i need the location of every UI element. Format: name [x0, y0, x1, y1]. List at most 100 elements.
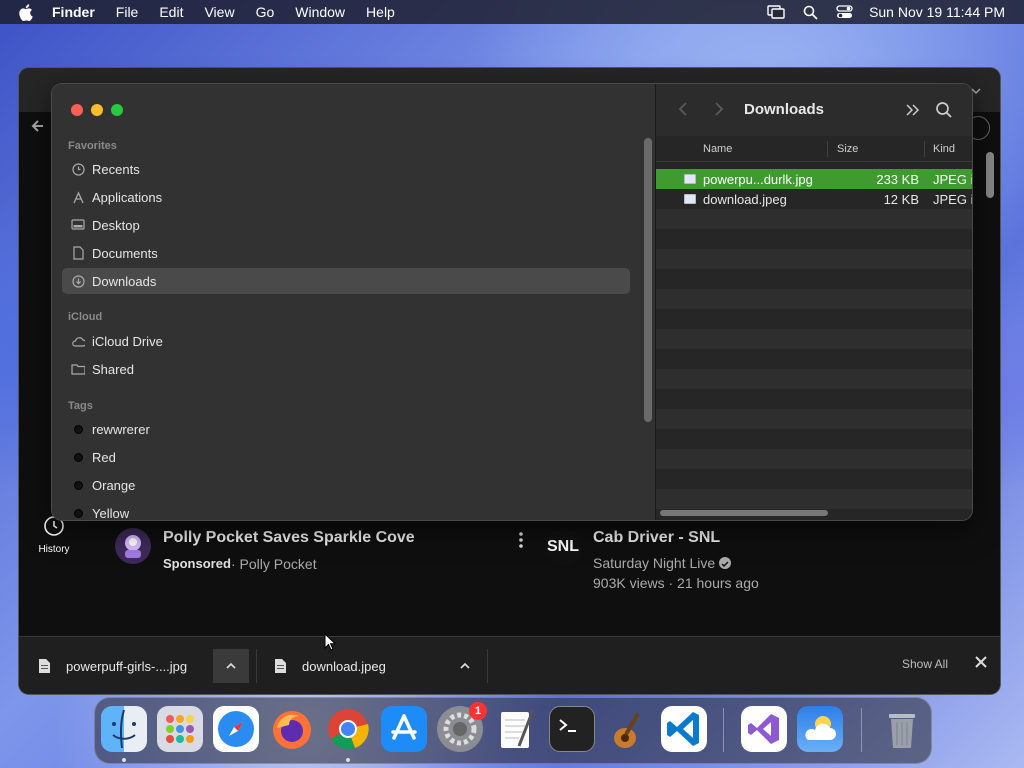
screen-mirroring-icon[interactable]	[767, 3, 785, 21]
apple-logo-icon[interactable]	[18, 3, 36, 21]
sidebar-tag-rewwrerer[interactable]: rewwrerer	[62, 416, 630, 442]
weather-dock-icon[interactable]	[797, 706, 843, 752]
browser-scrollbar[interactable]	[986, 152, 994, 198]
clock-icon	[71, 162, 85, 176]
sidebar-label-recents: Recents	[92, 161, 140, 177]
menu-window[interactable]: Window	[295, 4, 345, 20]
download-options-chevron-up-icon[interactable]	[447, 649, 483, 683]
empty-row	[656, 409, 972, 429]
safari-dock-icon[interactable]	[213, 706, 259, 752]
vscode-dock-icon[interactable]	[661, 706, 707, 752]
back-arrow-icon[interactable]	[29, 116, 53, 140]
column-header-name[interactable]: Name	[703, 143, 732, 155]
video-channel-polly-pocket[interactable]: · Polly Pocket	[231, 556, 317, 572]
file-row-powerpuff[interactable]: powerpu...durlk.jpg 233 KB JPEG i	[656, 169, 972, 189]
download-item-download-jpeg[interactable]: download.jpeg	[275, 651, 386, 681]
sidebar-item-shared[interactable]: Shared	[62, 356, 630, 382]
firefox-dock-icon[interactable]	[269, 706, 315, 752]
back-chevron-icon[interactable]	[678, 102, 690, 116]
download-options-chevron-up-icon[interactable]	[213, 649, 249, 683]
control-center-icon[interactable]	[835, 3, 853, 21]
search-icon[interactable]	[935, 101, 953, 119]
file-size: 12 KB	[883, 192, 919, 207]
tag-dot-icon	[71, 450, 85, 464]
trash-dock-icon[interactable]	[879, 706, 925, 752]
video-title-polly-pocket[interactable]: Polly Pocket Saves Sparkle Cove	[163, 529, 415, 547]
empty-row	[656, 309, 972, 329]
sidebar-item-desktop[interactable]: Desktop	[62, 212, 630, 238]
horizontal-scrollbar[interactable]	[660, 510, 828, 516]
download-divider	[487, 649, 488, 683]
empty-row	[656, 429, 972, 449]
terminal-dock-icon[interactable]	[549, 706, 595, 752]
sidebar-label-tag-orange: Orange	[92, 477, 136, 493]
file-row-download-jpeg[interactable]: download.jpeg 12 KB JPEG i	[656, 189, 972, 209]
column-separator[interactable]	[924, 141, 925, 157]
chrome-dock-icon[interactable]	[325, 706, 371, 752]
snl-avatar[interactable]: SNL	[544, 528, 582, 566]
video-stats-snl: 903K views · 21 hours ago	[593, 575, 759, 591]
apps-icon	[71, 190, 85, 204]
close-downloads-bar-icon[interactable]	[974, 655, 988, 669]
empty-row	[656, 489, 972, 509]
running-indicator	[346, 758, 350, 762]
empty-row	[656, 269, 972, 289]
column-separator[interactable]	[827, 141, 828, 157]
sidebar-tag-yellow[interactable]: Yellow	[62, 500, 630, 520]
verified-badge-icon	[719, 557, 731, 569]
zoom-window-button[interactable]	[111, 104, 123, 116]
running-indicator	[122, 758, 126, 762]
download-name-download-jpeg: download.jpeg	[302, 658, 386, 674]
menu-app-name[interactable]: Finder	[52, 4, 95, 20]
more-toolbar-items-icon[interactable]	[905, 103, 921, 117]
menu-go[interactable]: Go	[256, 4, 275, 20]
minimize-window-button[interactable]	[91, 104, 103, 116]
spotlight-search-icon[interactable]	[801, 3, 819, 21]
sidebar-scrollbar[interactable]	[644, 138, 652, 422]
download-icon	[71, 274, 85, 288]
empty-row	[656, 249, 972, 269]
dock-separator	[723, 708, 724, 752]
video-channel-snl[interactable]: Saturday Night Live	[593, 555, 715, 571]
column-header-size[interactable]: Size	[837, 143, 858, 155]
document-icon	[71, 246, 85, 260]
sidebar-item-documents[interactable]: Documents	[62, 240, 630, 266]
tag-dot-icon	[71, 422, 85, 436]
download-divider	[256, 649, 257, 683]
sidebar-item-icloud-drive[interactable]: iCloud Drive	[62, 328, 630, 354]
sidebar-item-applications[interactable]: Applications	[62, 184, 630, 210]
app-store-dock-icon[interactable]	[381, 706, 427, 752]
video-title-cab-driver[interactable]: Cab Driver - SNL	[593, 529, 720, 547]
sidebar-tag-red[interactable]: Red	[62, 444, 630, 470]
polly-pocket-avatar[interactable]	[115, 528, 151, 564]
file-size: 233 KB	[876, 172, 919, 187]
file-list-pane: Downloads Name Size Kind powerpu...durlk…	[656, 84, 972, 520]
sidebar-item-downloads[interactable]: Downloads	[62, 268, 630, 294]
finder-dock-icon[interactable]	[101, 706, 147, 752]
sidebar-label-documents: Documents	[92, 245, 158, 261]
sidebar-item-recents[interactable]: Recents	[62, 156, 630, 182]
launchpad-dock-icon[interactable]	[157, 706, 203, 752]
sidebar-tag-orange[interactable]: Orange	[62, 472, 630, 498]
empty-row	[656, 449, 972, 469]
download-name-powerpuff: powerpuff-girls-....jpg	[66, 658, 188, 674]
visual-studio-dock-icon[interactable]	[741, 706, 787, 752]
downloads-bar: powerpuff-girls-....jpg download.jpeg Sh…	[19, 636, 1000, 694]
video-menu-icon[interactable]	[517, 530, 525, 550]
menu-edit[interactable]: Edit	[159, 4, 183, 20]
sidebar-item-history[interactable]: History	[19, 514, 89, 555]
tag-dot-icon	[71, 478, 85, 492]
menu-clock[interactable]: Sun Nov 19 11:44 PM	[869, 4, 1005, 20]
garageband-dock-icon[interactable]	[605, 706, 651, 752]
menu-view[interactable]: View	[204, 4, 234, 20]
close-window-button[interactable]	[71, 104, 83, 116]
menu-help[interactable]: Help	[366, 4, 395, 20]
finder-window: Favorites Recents Applications Desktop D…	[52, 84, 972, 520]
column-header-kind[interactable]: Kind	[933, 143, 955, 155]
download-item-powerpuff[interactable]: powerpuff-girls-....jpg	[39, 651, 187, 681]
menu-file[interactable]: File	[116, 4, 139, 20]
forward-chevron-icon[interactable]	[714, 102, 726, 116]
show-all-downloads-button[interactable]: Show All	[902, 657, 948, 671]
file-kind: JPEG i	[933, 172, 972, 187]
textedit-dock-icon[interactable]	[493, 706, 539, 752]
